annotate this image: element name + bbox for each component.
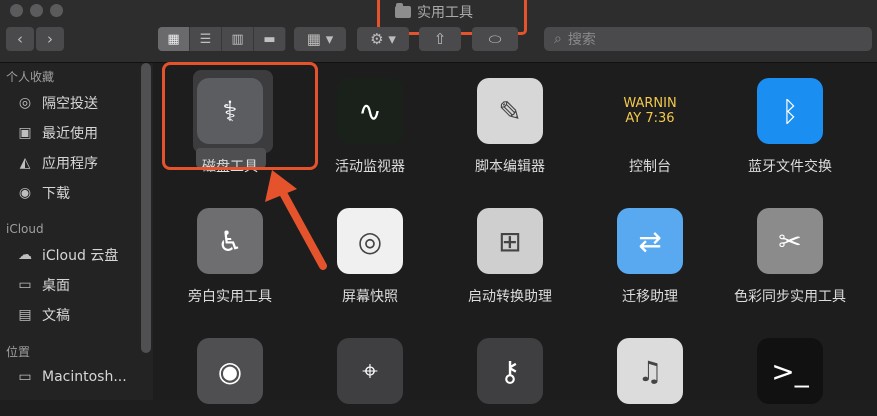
terminal-icon: >_ [757, 338, 823, 404]
view-mode-control[interactable]: ▦ ☰ ▥ ▬ [158, 27, 286, 51]
app-item[interactable]: ♫ [580, 338, 720, 416]
group-button[interactable]: ▦ ▾ [294, 27, 346, 51]
sidebar-item-documents[interactable]: ▤ 文稿 [16, 304, 70, 326]
gallery-view-button[interactable]: ▬ [254, 27, 286, 51]
sidebar-item-airdrop[interactable]: ◎ 隔空投送 [16, 92, 98, 114]
column-view-button[interactable]: ▥ [222, 27, 254, 51]
app-label: 控制台 [629, 159, 671, 175]
colorsync-icon: ✂ [757, 208, 823, 274]
locations-section-title: 位置 [6, 345, 31, 359]
document-icon: ▤ [18, 307, 32, 323]
app-item[interactable]: ᛒ 蓝牙文件交换 [720, 78, 860, 176]
bluetooth-icon: ᛒ [757, 78, 823, 144]
desktop-icon: ▭ [18, 277, 32, 293]
console-icon: WARNIN AY 7:36 [617, 78, 683, 144]
app-label: 迁移助理 [622, 289, 678, 305]
list-view-button[interactable]: ☰ [190, 27, 222, 51]
search-placeholder: 搜索 [567, 32, 596, 48]
digital-color-meter-icon: ◉ [197, 338, 263, 404]
action-button[interactable]: ⚙ ▾ [357, 27, 409, 51]
search-field[interactable]: ⌕ 搜索 [544, 27, 872, 51]
app-item[interactable]: ∿ 活动监视器 [300, 78, 440, 176]
arrow-annotation [265, 170, 327, 270]
tag-icon: ⬭ [488, 30, 502, 48]
voiceover-icon: ♿ [197, 208, 263, 274]
share-button[interactable]: ⇧ [419, 27, 461, 51]
app-item[interactable]: WARNIN AY 7:36 控制台 [580, 78, 720, 176]
selected-app-highlight [162, 62, 318, 170]
app-item[interactable]: ⊞ 启动转换助理 [440, 208, 580, 306]
screenshot-icon: ◎ [337, 208, 403, 274]
app-label: 启动转换助理 [468, 289, 552, 305]
disk-icon: ▭ [18, 369, 32, 385]
sidebar-item-recents[interactable]: ▣ 最近使用 [16, 122, 98, 144]
sidebar-item-icloud-drive[interactable]: ☁ iCloud 云盘 [16, 244, 118, 266]
activity-monitor-icon: ∿ [337, 78, 403, 144]
app-label: 蓝牙文件交换 [748, 159, 832, 175]
sidebar-item-macintosh-hd[interactable]: ▭ Macintosh... [16, 366, 126, 388]
forward-button[interactable]: › [36, 27, 64, 51]
app-item[interactable]: ⚷ [440, 338, 580, 416]
zoom-window-button[interactable] [50, 4, 63, 17]
app-item[interactable]: ⇄ 迁移助理 [580, 208, 720, 306]
minimize-window-button[interactable] [30, 4, 43, 17]
migration-icon: ⇄ [617, 208, 683, 274]
airdrop-icon: ◎ [18, 95, 32, 111]
app-label: 脚本编辑器 [475, 159, 545, 175]
keychain-icon: ⚷ [477, 338, 543, 404]
sidebar-scrollbar[interactable] [141, 63, 151, 353]
icloud-section-title: iCloud [6, 222, 44, 236]
app-item[interactable]: ✎ 脚本编辑器 [440, 78, 580, 176]
app-item[interactable]: ◉ [160, 338, 300, 416]
cloud-icon: ☁ [18, 247, 32, 263]
app-label: 旁白实用工具 [188, 289, 272, 305]
boot-camp-icon: ⊞ [477, 208, 543, 274]
chevron-right-icon: › [47, 30, 53, 48]
sidebar-item-applications[interactable]: ◭ 应用程序 [16, 152, 98, 174]
system-information-icon: ⌖ [337, 338, 403, 404]
sidebar-item-downloads[interactable]: ◉ 下载 [16, 182, 70, 204]
applications-icon: ◭ [19, 155, 31, 171]
tag-button[interactable]: ⬭ [472, 27, 518, 51]
app-item[interactable]: ✂ 色彩同步实用工具 [720, 208, 860, 306]
sidebar-item-desktop[interactable]: ▭ 桌面 [16, 274, 70, 296]
back-button[interactable]: ‹ [6, 27, 34, 51]
audio-midi-icon: ♫ [617, 338, 683, 404]
app-label: 色彩同步实用工具 [734, 289, 846, 305]
recent-icon: ▣ [18, 125, 32, 141]
favorites-section-title: 个人收藏 [6, 70, 55, 84]
chevron-left-icon: ‹ [17, 30, 23, 48]
app-item[interactable]: ⌖ [300, 338, 440, 416]
app-item[interactable]: >_ [720, 338, 860, 416]
close-window-button[interactable] [10, 4, 23, 17]
icon-view-button[interactable]: ▦ [158, 27, 190, 51]
search-icon: ⌕ [554, 31, 562, 47]
share-icon: ⇧ [433, 30, 447, 48]
app-label: 屏幕快照 [342, 289, 398, 305]
download-icon: ◉ [18, 185, 32, 201]
script-editor-icon: ✎ [477, 78, 543, 144]
window-titlebar: 实用工具 ‹ › ▦ ☰ ▥ ▬ ▦ ▾ ⚙ ▾ ⇧ ⬭ ⌕ 搜索 [0, 0, 877, 63]
